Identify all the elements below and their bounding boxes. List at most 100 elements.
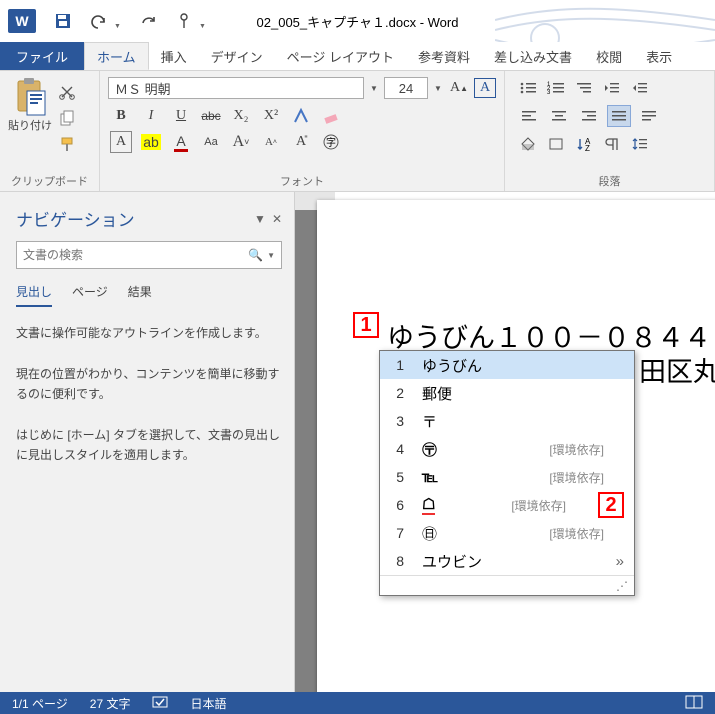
tab-design[interactable]: デザイン [199, 42, 275, 70]
nav-title: ナビゲーション [16, 206, 135, 231]
group-label: フォント [108, 171, 496, 189]
increase-indent-icon[interactable] [629, 77, 651, 99]
tab-references[interactable]: 参考資料 [406, 42, 482, 70]
undo-icon[interactable] [90, 12, 108, 30]
clear-format-icon[interactable] [320, 105, 342, 127]
sort-icon[interactable]: AZ [573, 133, 595, 155]
subscript-button[interactable]: X₂ [230, 105, 252, 127]
window-title: 02_005_キャプチャ１.docx - Word [257, 12, 459, 31]
text-effects-icon[interactable] [290, 105, 312, 127]
font-name-input[interactable]: ＭＳ 明朝 [108, 77, 364, 99]
group-clipboard: 貼り付け クリップボード [0, 71, 100, 191]
group-label: クリップボード [8, 171, 91, 189]
document-line-2: 田区丸の内２－７ [639, 350, 715, 389]
dropdown-icon[interactable]: ▼ [254, 212, 266, 226]
ribbon-tabs: ファイル ホーム 挿入 デザイン ページ レイアウト 参考資料 差し込み文書 校… [0, 42, 715, 70]
search-input[interactable] [23, 248, 248, 262]
ime-candidate-window: 1ゆうびん 2郵便 3〒 4〶[環境依存] 5℡[環境依存] 6☖[環境依存] … [379, 350, 635, 596]
ime-candidate[interactable]: 4〶[環境依存] [380, 435, 634, 463]
redo-icon[interactable] [139, 12, 157, 30]
decrease-indent-icon[interactable] [601, 77, 623, 99]
tab-file[interactable]: ファイル [0, 42, 84, 70]
dropdown-icon[interactable]: ▼ [199, 23, 206, 30]
document-page[interactable]: 1 ゆうびん１００－０８４４ 田区丸の内２－７ 1ゆうびん 2郵便 3〒 4〶[… [317, 200, 715, 692]
search-icon[interactable]: 🔍 [248, 248, 263, 262]
status-word-count[interactable]: 27 文字 [90, 695, 131, 712]
numbering-icon[interactable]: 123 [545, 77, 567, 99]
copy-icon[interactable] [58, 109, 76, 127]
more-icon[interactable]: » [616, 553, 624, 570]
ime-candidate[interactable]: 3〒 [380, 407, 634, 435]
ime-candidate[interactable]: 6☖[環境依存] 2 [380, 491, 634, 519]
paste-label: 貼り付け [8, 117, 52, 133]
save-icon[interactable] [54, 12, 72, 30]
multilevel-icon[interactable] [573, 77, 595, 99]
ime-candidate[interactable]: 5℡[環境依存] [380, 463, 634, 491]
ime-candidate[interactable]: 2郵便 [380, 379, 634, 407]
title-bar: W ▼ ▼ 02_005_キャプチャ１.docx - Word [0, 0, 715, 42]
word-app-icon: W [8, 9, 36, 33]
font-size-input[interactable]: 24 [384, 77, 428, 99]
italic-button[interactable]: I [140, 105, 162, 127]
font-color-icon[interactable]: A [170, 131, 192, 153]
tab-layout[interactable]: ページ レイアウト [275, 42, 406, 70]
ime-candidate[interactable]: 7㊐[環境依存] [380, 519, 634, 547]
paste-button[interactable]: 貼り付け [8, 77, 52, 153]
callout-1: 1 [353, 312, 379, 338]
tab-home[interactable]: ホーム [84, 42, 149, 70]
quick-access-toolbar: ▼ ▼ [54, 12, 206, 30]
nav-body: 文書に操作可能なアウトラインを作成します。 現在の位置がわかり、コンテンツを簡単… [16, 323, 282, 466]
cut-icon[interactable] [58, 83, 76, 101]
dropdown-icon[interactable]: ▼ [114, 23, 121, 30]
touch-mode-icon[interactable] [175, 12, 193, 30]
align-right-icon[interactable] [577, 105, 601, 127]
superscript-button[interactable]: X² [260, 105, 282, 127]
tab-mailings[interactable]: 差し込み文書 [482, 42, 584, 70]
group-label: 段落 [513, 171, 706, 189]
bullets-icon[interactable] [517, 77, 539, 99]
status-page[interactable]: 1/1 ページ [12, 695, 68, 712]
close-icon[interactable]: ✕ [272, 212, 282, 226]
line-spacing-icon[interactable] [629, 133, 651, 155]
proofing-icon[interactable] [152, 695, 168, 712]
align-center-icon[interactable] [547, 105, 571, 127]
svg-text:3: 3 [547, 90, 551, 95]
justify-icon[interactable] [607, 105, 631, 127]
distribute-icon[interactable] [637, 105, 661, 127]
ruby-icon[interactable]: A̎ [290, 131, 312, 153]
dropdown-icon[interactable]: ▼ [368, 84, 380, 93]
nav-tab-pages[interactable]: ページ [72, 283, 108, 307]
ime-candidate[interactable]: 8ユウビン» [380, 547, 634, 575]
group-font: ＭＳ 明朝 ▼ 24 ▼ A▲ A B I U abc X₂ X² A ab A [100, 71, 505, 191]
nav-search-box[interactable]: 🔍 ▼ [16, 241, 282, 269]
shrink-font-icon[interactable]: A˅ [230, 131, 252, 153]
ime-candidate[interactable]: 1ゆうびん [380, 351, 634, 379]
view-readmode-icon[interactable] [685, 695, 703, 712]
change-case-icon[interactable]: Aa [200, 131, 222, 153]
dropdown-icon[interactable]: ▼ [432, 84, 444, 93]
strike-button[interactable]: abc [200, 105, 222, 127]
text-box-icon[interactable]: A [474, 78, 496, 98]
underline-button[interactable]: U [170, 105, 192, 127]
enclose-icon[interactable]: 字 [320, 131, 342, 153]
bold-button[interactable]: B [110, 105, 132, 127]
borders-icon[interactable] [545, 133, 567, 155]
grow-font-icon[interactable]: A▲ [448, 77, 470, 99]
grow-font2-icon[interactable]: A˄ [260, 131, 282, 153]
highlight-icon[interactable]: ab [140, 131, 162, 153]
navigation-pane: ナビゲーション ▼ ✕ 🔍 ▼ 見出し ページ 結果 文書に操作可能なアウトライ… [0, 192, 295, 692]
dropdown-icon[interactable]: ▼ [267, 251, 275, 260]
nav-tab-headings[interactable]: 見出し [16, 283, 52, 307]
resize-icon[interactable]: ⋰ [616, 579, 628, 593]
tab-view[interactable]: 表示 [634, 42, 684, 70]
document-area: 1 ゆうびん１００－０８４４ 田区丸の内２－７ 1ゆうびん 2郵便 3〒 4〶[… [295, 192, 715, 692]
align-left-icon[interactable] [517, 105, 541, 127]
tab-insert[interactable]: 挿入 [149, 42, 199, 70]
char-shading-icon[interactable]: A [110, 131, 132, 153]
format-painter-icon[interactable] [58, 135, 76, 153]
shading-icon[interactable] [517, 133, 539, 155]
status-language[interactable]: 日本語 [190, 695, 226, 712]
nav-tab-results[interactable]: 結果 [128, 283, 152, 307]
show-marks-icon[interactable] [601, 133, 623, 155]
tab-review[interactable]: 校閲 [584, 42, 634, 70]
